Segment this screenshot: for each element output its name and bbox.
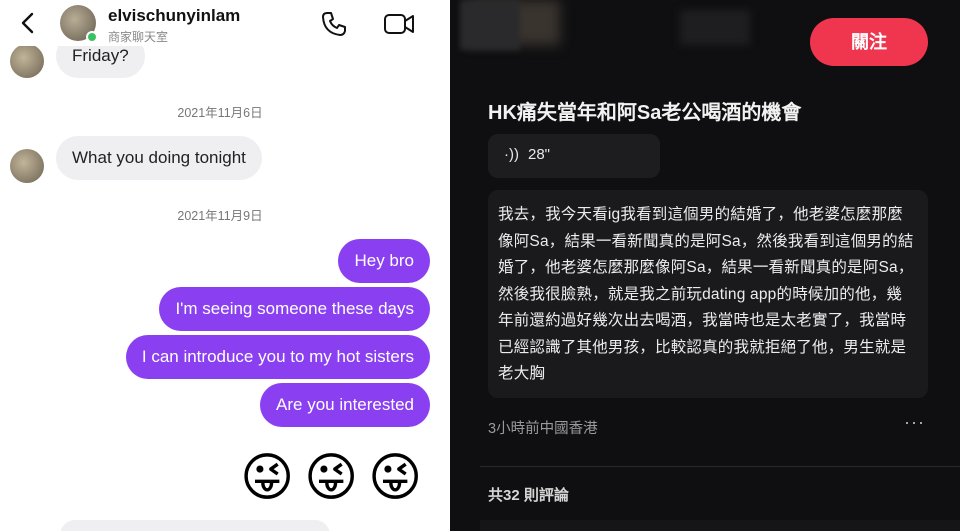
sender-avatar (10, 149, 44, 183)
phone-call-icon[interactable] (320, 10, 348, 38)
chat-header: elvischunyinlam 商家聊天室 (0, 0, 440, 46)
follow-button[interactable]: 關注 (810, 18, 928, 66)
back-arrow-icon[interactable] (16, 10, 42, 36)
outgoing-message: Hey bro (338, 239, 430, 283)
chat-status-text: 商家聊天室 (108, 30, 169, 44)
winking-tongue-emoji: 😜 (368, 448, 423, 508)
winking-tongue-emoji: 😜 (304, 448, 359, 508)
voice-message-player[interactable]: ·)) 28" (488, 134, 660, 178)
dm-panel: elvischunyinlam 商家聊天室 Friday? 2021年11月6日… (0, 0, 440, 531)
chat-username[interactable]: elvischunyinlam (108, 6, 240, 26)
audio-duration: 28" (528, 146, 551, 163)
date-separator: 2021年11月9日 (177, 209, 263, 223)
sound-wave-icon: ·)) (504, 146, 519, 163)
incoming-message-partial (60, 520, 330, 531)
post-time-location: 3小時前中國香港 (488, 421, 598, 437)
divider-line (480, 466, 960, 467)
video-call-icon[interactable] (383, 10, 415, 38)
comments-count[interactable]: 共32 則評論 (488, 484, 569, 505)
blurred-region (460, 0, 520, 50)
incoming-message: What you doing tonight (56, 136, 262, 180)
more-options-icon[interactable]: ··· (904, 412, 925, 433)
outgoing-message: I can introduce you to my hot sisters (125, 335, 430, 379)
winking-tongue-emoji: 😜 (240, 448, 295, 508)
blurred-region (680, 10, 750, 45)
panel-divider (440, 0, 450, 531)
online-status-dot (86, 31, 98, 43)
post-body-card: 我去，我今天看ig我看到這個男的結婚了，他老婆怎麼那麼像阿Sa，結果一看新聞真的… (488, 190, 928, 398)
outgoing-message: Are you interested (260, 383, 430, 427)
post-panel: 關注 HK痛失當年和阿Sa老公喝酒的機會 ·)) 28" 我去，我今天看ig我看… (450, 0, 960, 531)
outgoing-message: I'm seeing someone these days (159, 287, 430, 331)
comment-row-partial (480, 520, 960, 531)
post-body-text: 我去，我今天看ig我看到這個男的結婚了，他老婆怎麼那麼像阿Sa，結果一看新聞真的… (498, 206, 914, 382)
sender-avatar (10, 44, 44, 78)
post-title: HK痛失當年和阿Sa老公喝酒的機會 (488, 102, 802, 124)
date-separator: 2021年11月6日 (177, 106, 263, 120)
